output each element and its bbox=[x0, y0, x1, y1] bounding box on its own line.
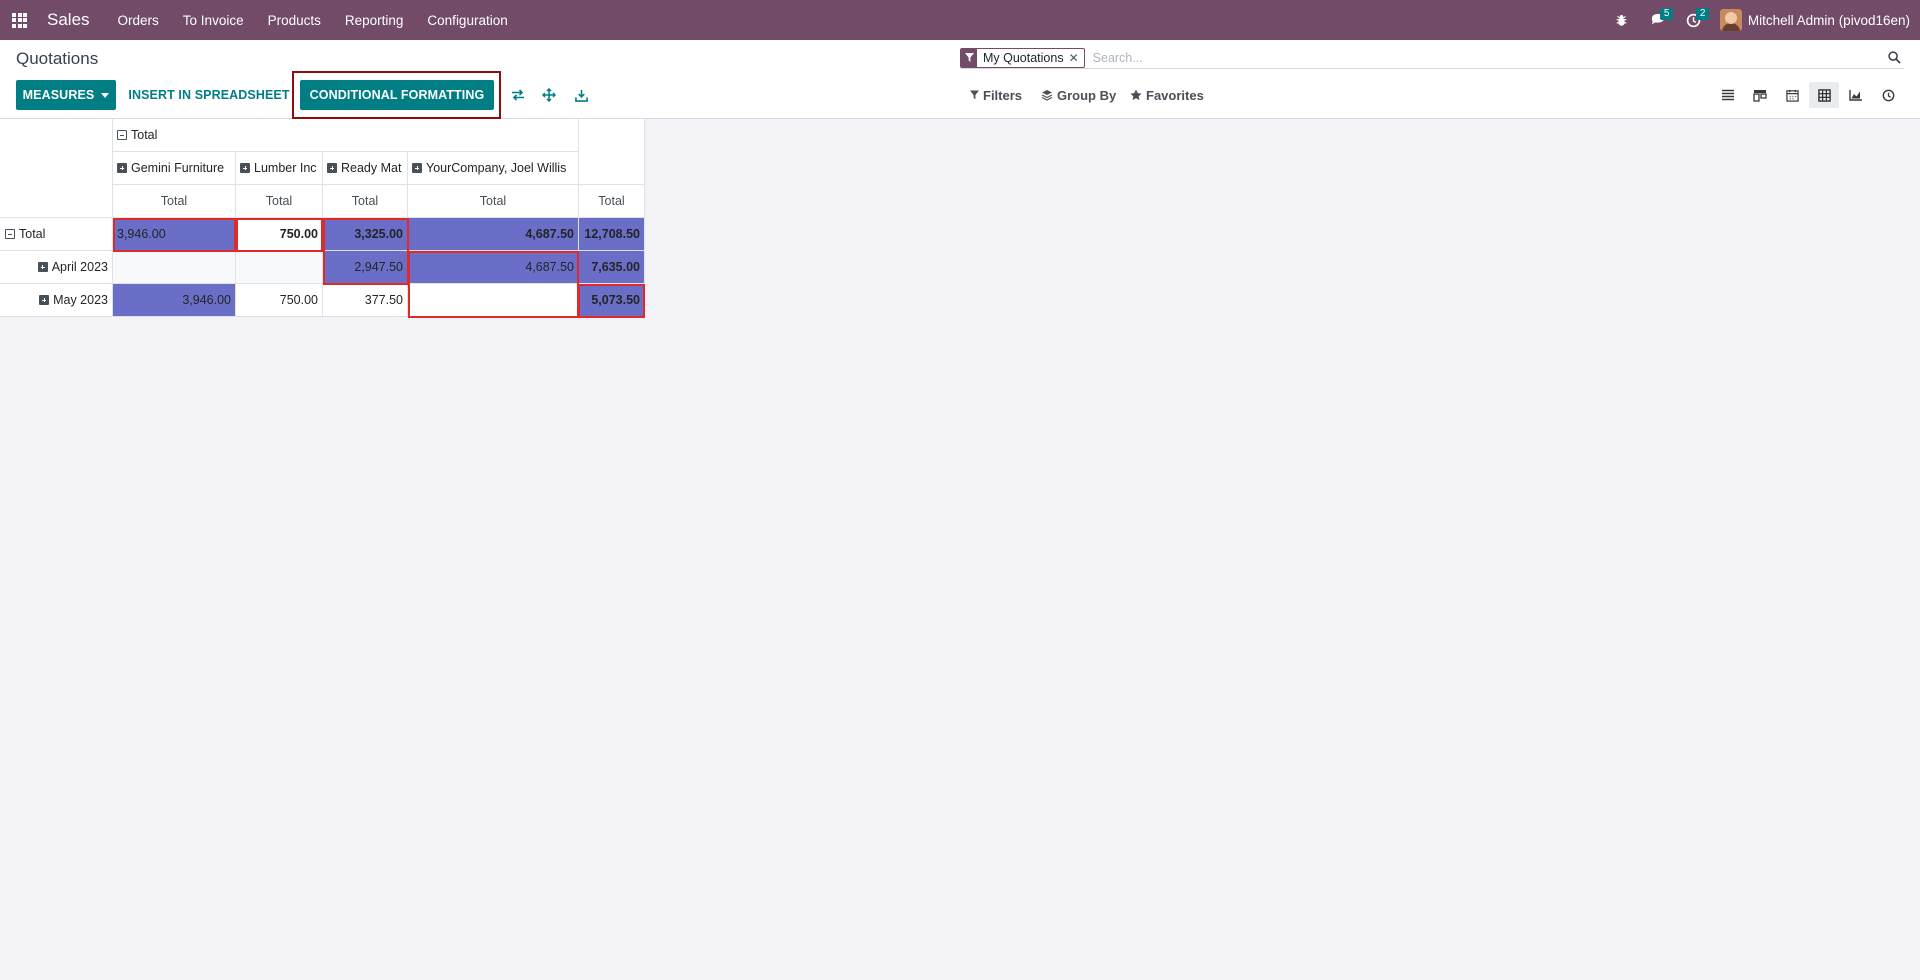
menu-orders[interactable]: Orders bbox=[118, 13, 159, 28]
pivot-cell[interactable]: 3,325.00 bbox=[323, 218, 408, 251]
conditional-formatting-button[interactable]: CONDITIONAL FORMATTING bbox=[300, 80, 494, 110]
star-icon bbox=[1130, 89, 1142, 100]
messages-icon[interactable]: 5 bbox=[1640, 0, 1676, 40]
favorites-button[interactable]: Favorites bbox=[1130, 86, 1204, 104]
view-calendar-icon[interactable] bbox=[1777, 82, 1807, 108]
filters-button[interactable]: Filters bbox=[970, 86, 1022, 104]
activities-clock-icon[interactable]: 2 bbox=[1676, 0, 1712, 40]
row-header-label: May 2023 bbox=[53, 293, 108, 307]
favorites-label: Favorites bbox=[1146, 87, 1204, 103]
user-name: Mitchell Admin (pivod16en) bbox=[1747, 12, 1910, 28]
flip-axis-icon[interactable] bbox=[508, 85, 528, 105]
expand-icon bbox=[39, 295, 50, 305]
measure-header[interactable]: Total bbox=[113, 185, 236, 218]
grand-total-measure-header[interactable]: Total bbox=[579, 185, 645, 218]
top-navbar: Sales Orders To Invoice Products Reporti… bbox=[0, 0, 1920, 40]
measure-header[interactable]: Total bbox=[323, 185, 408, 218]
grand-total-col-header bbox=[579, 119, 645, 185]
col-header-lumber-inc[interactable]: Lumber Inc bbox=[236, 152, 323, 185]
pivot-corner-cell bbox=[0, 119, 113, 218]
caret-down-icon bbox=[101, 92, 110, 98]
view-list-icon[interactable] bbox=[1713, 82, 1743, 108]
col-header-yourcompany-joel-willis[interactable]: YourCompany, Joel Willis bbox=[408, 152, 579, 185]
search-icon[interactable] bbox=[1884, 48, 1904, 68]
facet-remove-icon[interactable]: ✕ bbox=[1069, 51, 1084, 65]
view-pivot-icon[interactable] bbox=[1809, 82, 1839, 108]
col-header-label: YourCompany, Joel Willis bbox=[426, 161, 567, 175]
navbar-systray: 5 2 Mitchell Admin (pivod16en) bbox=[1604, 0, 1920, 40]
group-by-button[interactable]: Group By bbox=[1041, 86, 1116, 104]
col-header-ready-mat[interactable]: Ready Mat bbox=[323, 152, 408, 185]
row-header-april-2023[interactable]: April 2023 bbox=[0, 251, 113, 284]
col-header-label: Lumber Inc bbox=[254, 161, 317, 175]
activities-badge: 2 bbox=[1695, 8, 1710, 20]
conditional-formatting-label: CONDITIONAL FORMATTING bbox=[309, 88, 485, 102]
debug-bug-icon[interactable] bbox=[1604, 0, 1640, 40]
menu-to-invoice[interactable]: To Invoice bbox=[183, 13, 244, 28]
layers-icon bbox=[1041, 90, 1053, 101]
expand-all-icon[interactable] bbox=[539, 85, 559, 105]
row-header-label: Total bbox=[19, 227, 46, 241]
view-activity-icon[interactable] bbox=[1873, 82, 1903, 108]
filter-facet-icon bbox=[961, 48, 977, 67]
collapse-icon bbox=[117, 130, 127, 140]
pivot-total-cell[interactable]: 5,073.50 bbox=[579, 284, 645, 317]
measure-header[interactable]: Total bbox=[408, 185, 579, 218]
app-brand[interactable]: Sales bbox=[47, 10, 90, 30]
view-kanban-icon[interactable] bbox=[1745, 82, 1775, 108]
apps-menu-icon[interactable] bbox=[12, 12, 27, 28]
row-header-label: April 2023 bbox=[51, 260, 108, 274]
menu-reporting[interactable]: Reporting bbox=[345, 13, 404, 28]
pivot-cell[interactable]: 750.00 bbox=[236, 284, 323, 317]
messages-badge: 5 bbox=[1659, 8, 1674, 20]
expand-icon bbox=[327, 163, 337, 173]
page-title: Quotations bbox=[16, 49, 99, 68]
menu-configuration[interactable]: Configuration bbox=[427, 13, 507, 28]
expand-icon bbox=[240, 163, 250, 173]
pivot-cell[interactable] bbox=[408, 284, 579, 317]
measures-button[interactable]: MEASURES bbox=[16, 80, 116, 110]
row-header-may-2023[interactable]: May 2023 bbox=[0, 284, 113, 317]
pivot-cell[interactable]: 750.00 bbox=[236, 218, 323, 251]
insert-spreadsheet-button[interactable]: INSERT IN SPREADSHEET bbox=[126, 80, 292, 110]
filter-icon bbox=[970, 90, 979, 100]
pivot-cell[interactable]: 4,687.50 bbox=[408, 251, 579, 284]
measure-header[interactable]: Total bbox=[236, 185, 323, 218]
pivot-total-cell[interactable]: 12,708.50 bbox=[579, 218, 645, 251]
menu-products[interactable]: Products bbox=[268, 13, 321, 28]
measures-label: MEASURES bbox=[22, 88, 95, 102]
col-header-label: Ready Mat bbox=[341, 161, 402, 175]
collapse-icon bbox=[5, 229, 15, 239]
row-header-total[interactable]: Total bbox=[0, 218, 113, 251]
pivot-cell[interactable]: 3,946.00 bbox=[113, 284, 236, 317]
facet-label: My Quotations bbox=[983, 50, 1064, 65]
insert-spreadsheet-label: INSERT IN SPREADSHEET bbox=[128, 88, 290, 102]
pivot-total-cell[interactable]: 7,635.00 bbox=[579, 251, 645, 284]
pivot-cell[interactable] bbox=[236, 251, 323, 284]
expand-icon bbox=[37, 262, 48, 272]
col-header-gemini-furniture[interactable]: Gemini Furniture bbox=[113, 152, 236, 185]
col-header-total[interactable]: Total bbox=[113, 119, 579, 152]
group-by-label: Group By bbox=[1057, 87, 1117, 103]
filters-label: Filters bbox=[983, 87, 1023, 103]
pivot-cell[interactable]: 377.50 bbox=[323, 284, 408, 317]
search-input[interactable] bbox=[1090, 49, 1884, 66]
pivot-cell[interactable]: 4,687.50 bbox=[408, 218, 579, 251]
user-menu[interactable]: Mitchell Admin (pivod16en) bbox=[1719, 9, 1910, 31]
view-graph-icon[interactable] bbox=[1841, 82, 1871, 108]
pivot-cell[interactable]: 2,947.50 bbox=[323, 251, 408, 284]
expand-icon bbox=[412, 163, 422, 173]
col-header-total-label: Total bbox=[131, 128, 158, 142]
user-avatar bbox=[1719, 9, 1742, 31]
pivot-cell[interactable]: 3,946.00 bbox=[113, 218, 236, 251]
pivot-cell[interactable] bbox=[113, 251, 236, 284]
pivot-area: Total Gemini Furniture Lumber Inc Ready … bbox=[0, 119, 1920, 980]
download-icon[interactable] bbox=[571, 85, 591, 105]
expand-icon bbox=[117, 163, 127, 173]
search-facet: My Quotations ✕ bbox=[960, 47, 1085, 68]
col-header-label: Gemini Furniture bbox=[131, 161, 225, 175]
search-bar: My Quotations ✕ bbox=[960, 47, 1904, 69]
